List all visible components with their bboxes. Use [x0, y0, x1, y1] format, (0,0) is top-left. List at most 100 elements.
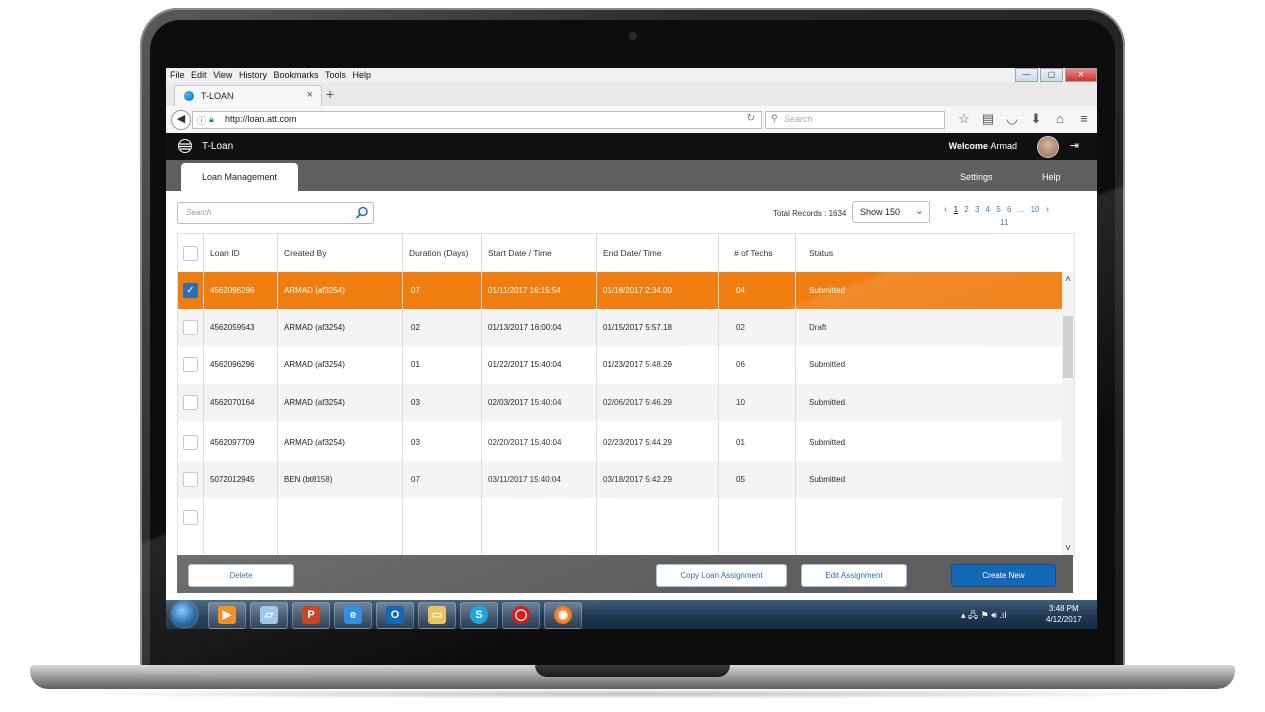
select-all-checkbox[interactable]: [183, 246, 198, 261]
copy-loan-assignment-button[interactable]: Copy Loan Assignment: [656, 564, 787, 587]
browser-search-input[interactable]: ⚲ Search: [765, 111, 945, 129]
table-row[interactable]: ✓ 4562096296 ARMAD (af3254) 07 01/11/201…: [178, 272, 1062, 309]
page-2[interactable]: 2: [964, 205, 968, 214]
info-icon[interactable]: ⓘ: [197, 114, 206, 127]
help-link[interactable]: Help: [1042, 172, 1061, 182]
row-checkbox[interactable]: [183, 472, 198, 487]
table-row[interactable]: 4562096296 ARMAD (af3254) 01 01/22/2017 …: [178, 346, 1062, 383]
menu-view[interactable]: View: [213, 68, 232, 82]
signal-icon[interactable]: .ıl: [999, 610, 1006, 620]
col-start[interactable]: Start Date / Time: [488, 248, 552, 258]
reload-icon[interactable]: ↻: [747, 113, 755, 124]
page-1[interactable]: 1: [954, 205, 958, 214]
cell-end: 02/06/2017 5:46.29: [603, 398, 672, 407]
browser-tab[interactable]: T-LOAN ×: [174, 85, 322, 107]
internet-explorer-taskbar-icon[interactable]: e: [334, 602, 372, 629]
network-icon[interactable]: 🖧︎: [968, 610, 978, 620]
url-bar[interactable]: ⓘ 🔒︎ http://loan.att.com ↻: [192, 111, 762, 129]
table-row[interactable]: 4562070164 ARMAD (af3254) 03 02/03/2017 …: [178, 384, 1062, 421]
url-text[interactable]: http://loan.att.com: [225, 114, 297, 124]
cell-start: 01/11/2017 16:15:54: [488, 286, 561, 295]
delete-button[interactable]: Delete: [188, 564, 294, 587]
row-checkbox[interactable]: [183, 510, 198, 525]
app-taskbar-icon[interactable]: ◯: [502, 602, 540, 629]
logout-icon[interactable]: ⇥: [1070, 139, 1079, 152]
row-checkbox[interactable]: ✓: [183, 283, 198, 298]
chevron-down-icon[interactable]: ˅: [1062, 543, 1074, 554]
row-checkbox[interactable]: [183, 395, 198, 410]
col-loan-id[interactable]: Loan ID: [210, 248, 240, 258]
menu-tools[interactable]: Tools: [325, 68, 346, 82]
browser-search-placeholder: Search: [784, 114, 813, 124]
table-row-empty[interactable]: [178, 499, 1062, 536]
file-explorer-taskbar-icon[interactable]: ▭: [418, 602, 456, 629]
skype-taskbar-icon[interactable]: S: [460, 602, 498, 629]
table-row[interactable]: 4562097709 ARMAD (af3254) 03 02/20/2017 …: [178, 424, 1062, 461]
outlook-taskbar-icon[interactable]: O: [376, 602, 414, 629]
page-3[interactable]: 3: [975, 205, 979, 214]
scroll-thumb[interactable]: [1063, 316, 1073, 378]
next-page-icon[interactable]: ›: [1046, 204, 1049, 215]
flag-icon[interactable]: ⚑: [981, 610, 989, 620]
bookmark-star-icon[interactable]: ☆: [952, 110, 976, 128]
tab-loan-management[interactable]: Loan Management: [181, 163, 298, 191]
menu-help[interactable]: Help: [353, 68, 372, 82]
minimize-button[interactable]: —: [1015, 68, 1038, 82]
page-11[interactable]: 11: [1000, 218, 1008, 227]
clock[interactable]: 3:48 PM 4/12/2017: [1046, 603, 1082, 625]
table-scrollbar[interactable]: ˄ ˅: [1062, 272, 1074, 556]
app-header: T-Loan Welcome Armad ⇥: [166, 133, 1097, 160]
page-5[interactable]: 5: [996, 205, 1000, 214]
start-button[interactable]: [172, 602, 197, 627]
col-end[interactable]: End Date/ Time: [603, 248, 662, 258]
search-input[interactable]: Search: [177, 202, 374, 224]
search-icon[interactable]: [354, 205, 370, 221]
table-row[interactable]: 5072012945 BEN (bt8158) 07 03/11/2017 15…: [178, 461, 1062, 498]
show-value: 150: [885, 207, 901, 217]
menu-history[interactable]: History: [239, 68, 267, 82]
col-duration[interactable]: Duration (Days): [409, 248, 469, 258]
menu-bookmarks[interactable]: Bookmarks: [273, 68, 318, 82]
clipboard-icon[interactable]: ▤: [976, 110, 1000, 128]
create-new-button[interactable]: Create New: [951, 564, 1056, 587]
row-checkbox[interactable]: [183, 357, 198, 372]
volume-icon[interactable]: 🔊︎: [991, 610, 997, 620]
explorer-taskbar-icon[interactable]: ▱: [250, 602, 288, 629]
welcome-label: Welcome: [948, 141, 988, 151]
cell-start: 03/11/2017 15:40:04: [488, 475, 561, 484]
back-button[interactable]: ◀: [171, 110, 191, 130]
menu-edit[interactable]: Edit: [191, 68, 207, 82]
col-status[interactable]: Status: [809, 248, 833, 258]
page-4[interactable]: 4: [986, 205, 990, 214]
maximize-button[interactable]: ▢: [1040, 68, 1063, 82]
col-created-by[interactable]: Created By: [284, 248, 327, 258]
pocket-icon[interactable]: ◡: [1000, 110, 1024, 128]
cell-created-by: ARMAD (af3254): [284, 286, 345, 295]
menu-file[interactable]: File: [170, 68, 185, 82]
page-6[interactable]: 6: [1007, 205, 1011, 214]
powerpoint-taskbar-icon[interactable]: P: [292, 602, 330, 629]
page-10[interactable]: 10: [1031, 205, 1040, 214]
cell-loan-id: 4562096296: [210, 286, 255, 295]
total-records: Total Records : 1634: [773, 209, 847, 218]
col-techs[interactable]: # of Techs: [734, 248, 773, 258]
settings-link[interactable]: Settings: [960, 172, 993, 182]
chevron-up-icon[interactable]: ▴: [961, 610, 966, 620]
firefox-taskbar-icon[interactable]: ◉: [544, 602, 582, 629]
hamburger-menu-icon[interactable]: ≡: [1072, 110, 1096, 128]
edit-assignment-button[interactable]: Edit Assignment: [801, 564, 907, 587]
table-row[interactable]: 4562059543 ARMAD (af3254) 02 01/13/2017 …: [178, 309, 1062, 346]
tab-close-icon[interactable]: ×: [307, 89, 313, 101]
row-checkbox[interactable]: [183, 435, 198, 450]
row-checkbox[interactable]: [183, 320, 198, 335]
home-icon[interactable]: ⌂: [1048, 110, 1072, 128]
media-player-taskbar-icon[interactable]: ▶: [208, 602, 246, 629]
page-size-select[interactable]: Show 150 ⌄: [852, 201, 930, 223]
new-tab-button[interactable]: +: [326, 86, 334, 102]
download-icon[interactable]: ⬇: [1024, 110, 1048, 128]
close-window-button[interactable]: ✕: [1065, 68, 1097, 82]
prev-page-icon[interactable]: ‹: [944, 204, 947, 215]
cell-techs: 04: [736, 286, 745, 295]
chevron-up-icon[interactable]: ˄: [1062, 274, 1074, 285]
avatar[interactable]: [1037, 136, 1059, 158]
